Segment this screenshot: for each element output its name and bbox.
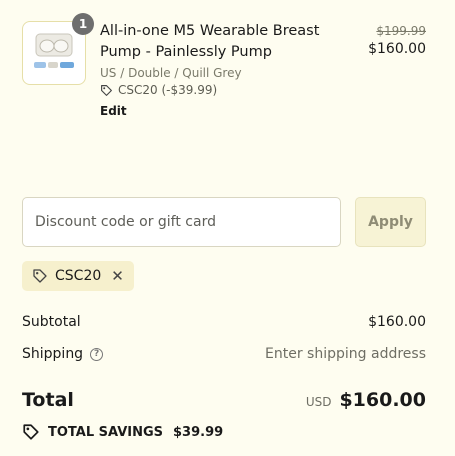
quantity-badge: 1 bbox=[72, 13, 94, 35]
product-price: $199.99 $160.00 bbox=[368, 24, 426, 57]
original-price: $199.99 bbox=[376, 24, 426, 38]
product-variant: US / Double / Quill Grey bbox=[100, 66, 242, 80]
product-info: All-in-one M5 Wearable Breast Pump - Pai… bbox=[100, 21, 365, 119]
discount-code-input[interactable] bbox=[22, 197, 341, 247]
checkout-order-summary: 1 All-in-one M5 Wearable Breast Pump - P… bbox=[0, 0, 455, 456]
total-amount: $160.00 bbox=[339, 389, 426, 411]
total-row: Total USD $160.00 bbox=[22, 389, 426, 411]
tag-icon bbox=[101, 84, 112, 96]
subtotal-label: Subtotal bbox=[22, 314, 81, 330]
applied-code-label: CSC20 bbox=[55, 268, 102, 284]
total-label: Total bbox=[22, 389, 74, 411]
savings-value: $39.99 bbox=[173, 424, 224, 440]
product-discount-label: CSC20 (-$39.99) bbox=[118, 83, 218, 97]
currency-code: USD bbox=[305, 395, 332, 409]
product-image-icon bbox=[34, 33, 74, 68]
subtotal-value: $160.00 bbox=[368, 314, 426, 330]
product-thumbnail-wrapper: 1 bbox=[22, 13, 94, 85]
tag-icon bbox=[23, 424, 39, 440]
tag-icon bbox=[33, 269, 47, 283]
current-price: $160.00 bbox=[368, 41, 426, 57]
help-icon[interactable]: ? bbox=[90, 347, 104, 361]
shipping-row: Shipping? Enter shipping address bbox=[22, 346, 426, 362]
applied-discount-chip: CSC20 ✕ bbox=[22, 261, 134, 291]
close-icon[interactable]: ✕ bbox=[111, 267, 124, 285]
product-discount: CSC20 (-$39.99) bbox=[100, 83, 365, 97]
total-savings: TOTAL SAVINGS $39.99 bbox=[22, 423, 223, 441]
shipping-label: Shipping bbox=[22, 346, 84, 362]
total-value-group: USD $160.00 bbox=[306, 389, 426, 411]
apply-button[interactable]: Apply bbox=[355, 197, 426, 247]
subtotal-row: Subtotal $160.00 bbox=[22, 314, 426, 330]
product-title: All-in-one M5 Wearable Breast Pump - Pai… bbox=[100, 23, 320, 60]
shipping-value: Enter shipping address bbox=[265, 346, 426, 362]
edit-link[interactable]: Edit bbox=[100, 104, 127, 118]
savings-label: TOTAL SAVINGS bbox=[48, 424, 164, 440]
shipping-label-group: Shipping? bbox=[22, 346, 104, 362]
